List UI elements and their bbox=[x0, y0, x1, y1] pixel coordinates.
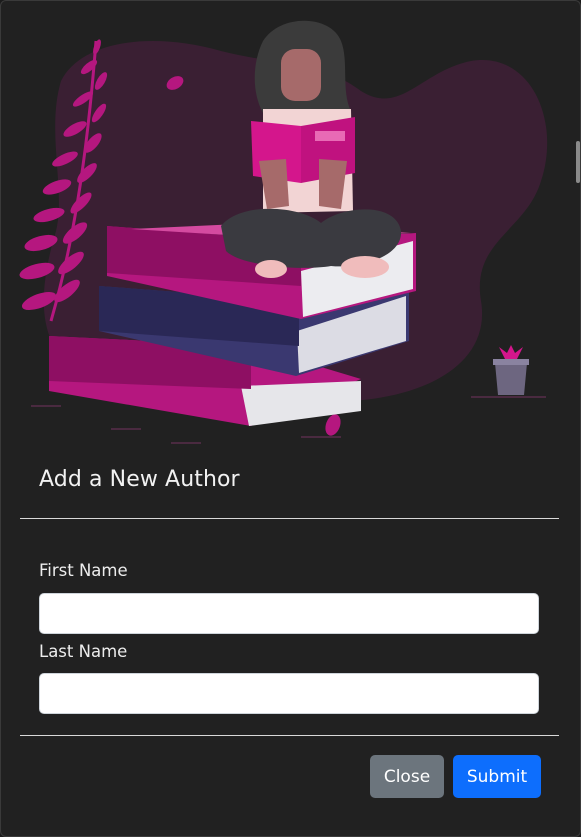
close-button[interactable]: Close bbox=[370, 755, 444, 798]
potted-plant bbox=[493, 345, 529, 395]
add-author-modal: Add a New Author First Name Last Name Cl… bbox=[0, 0, 581, 837]
leaf-bottom bbox=[325, 414, 341, 436]
footer-divider bbox=[20, 735, 559, 736]
reading-woman-illustration bbox=[19, 20, 548, 444]
last-name-input[interactable] bbox=[39, 673, 539, 714]
last-name-label: Last Name bbox=[39, 642, 128, 661]
submit-button[interactable]: Submit bbox=[453, 755, 541, 798]
first-name-label: First Name bbox=[39, 561, 128, 580]
first-name-input[interactable] bbox=[39, 593, 539, 634]
modal-title: Add a New Author bbox=[39, 467, 240, 492]
header-divider bbox=[20, 518, 559, 519]
scrollbar-thumb[interactable] bbox=[576, 141, 580, 183]
